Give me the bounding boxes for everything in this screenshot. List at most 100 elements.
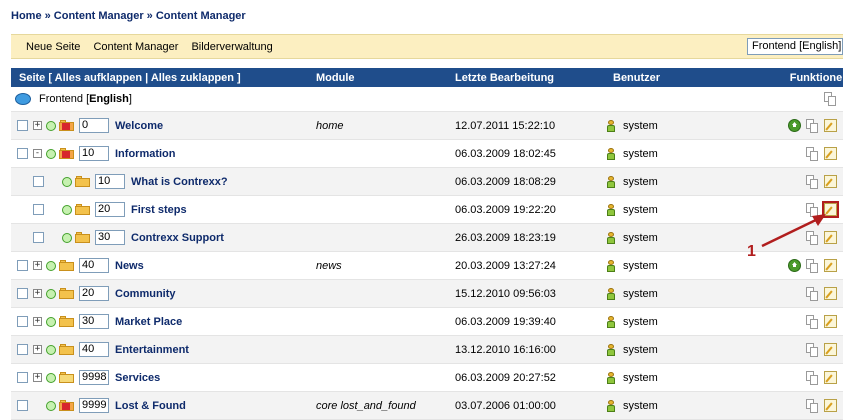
expand-toggle[interactable]: +	[33, 317, 42, 326]
expand-toggle[interactable]: +	[33, 373, 42, 382]
user-icon	[607, 259, 615, 272]
row-checkbox[interactable]	[17, 316, 28, 327]
expand-toggle[interactable]: +	[33, 121, 42, 130]
content-manager-link[interactable]: Content Manager	[93, 41, 178, 53]
last-edit-cell: 06.03.2009 18:02:45	[447, 139, 605, 168]
status-dot-icon[interactable]	[46, 316, 56, 327]
header-letzte-bearbeitung: Letzte Bearbeitung	[447, 68, 605, 87]
order-input[interactable]: 20	[95, 202, 125, 217]
user-name: system	[623, 119, 658, 132]
order-input[interactable]: 20	[79, 286, 109, 301]
expand-toggle[interactable]: +	[33, 261, 42, 270]
new-page-link[interactable]: Neue Seite	[26, 41, 80, 53]
edit-icon[interactable]	[824, 315, 837, 328]
status-dot-icon[interactable]	[46, 260, 56, 271]
page-title-link[interactable]: First steps	[131, 204, 187, 216]
user-icon	[607, 119, 615, 132]
status-dot-icon[interactable]	[62, 232, 72, 243]
edit-icon[interactable]	[824, 119, 837, 132]
edit-icon[interactable]	[824, 175, 837, 188]
row-checkbox[interactable]	[17, 372, 28, 383]
user-cell: system	[605, 280, 738, 307]
order-input[interactable]: 10	[95, 174, 125, 189]
image-manager-link[interactable]: Bilderverwaltung	[191, 41, 272, 53]
row-checkbox[interactable]	[17, 260, 28, 271]
page-title-link[interactable]: Welcome	[115, 120, 163, 132]
status-dot-icon[interactable]	[46, 148, 56, 159]
page-title-link[interactable]: Entertainment	[115, 344, 189, 356]
user-cell: system	[605, 168, 738, 195]
order-input[interactable]: 10	[79, 146, 109, 161]
home-icon[interactable]	[788, 259, 801, 272]
edit-icon[interactable]	[824, 147, 837, 160]
copy-icon[interactable]	[806, 398, 819, 413]
folder-icon	[75, 204, 90, 215]
order-input[interactable]: 40	[79, 342, 109, 357]
row-checkbox[interactable]	[17, 288, 28, 299]
order-input[interactable]: 40	[79, 258, 109, 273]
copy-icon[interactable]	[806, 258, 819, 273]
copy-icon[interactable]	[806, 174, 819, 189]
order-input[interactable]: 30	[79, 314, 109, 329]
page-title-link[interactable]: Market Place	[115, 316, 182, 328]
expand-toggle[interactable]: +	[33, 345, 42, 354]
copy-icon[interactable]	[806, 286, 819, 301]
module-cell	[308, 307, 447, 336]
order-input[interactable]: 9999	[79, 398, 109, 413]
edit-icon[interactable]	[824, 259, 837, 272]
copy-icon[interactable]	[806, 230, 819, 245]
status-dot-icon[interactable]	[46, 288, 56, 299]
edit-icon[interactable]	[824, 371, 837, 384]
folder-icon	[75, 232, 90, 243]
expand-toggle[interactable]: +	[33, 289, 42, 298]
order-input[interactable]: 30	[95, 230, 125, 245]
toolbar: Neue Seite Content Manager Bilderverwalt…	[11, 34, 843, 59]
status-dot-icon[interactable]	[62, 204, 72, 215]
page-title-link[interactable]: Lost & Found	[115, 400, 186, 412]
order-input[interactable]: 0	[79, 118, 109, 133]
status-dot-icon[interactable]	[46, 344, 56, 355]
order-input[interactable]: 9998	[79, 370, 109, 385]
copy-icon[interactable]	[806, 342, 819, 357]
edit-icon[interactable]	[822, 201, 839, 218]
table-row: 20 First steps 06.03.2009 19:22:20 syste…	[11, 195, 843, 224]
copy-icon[interactable]	[806, 202, 819, 217]
row-checkbox[interactable]	[17, 344, 28, 355]
user-name: system	[623, 315, 658, 328]
module-cell	[308, 363, 447, 392]
copy-icon[interactable]	[806, 146, 819, 161]
page-title-link[interactable]: Contrexx Support	[131, 232, 224, 244]
page-title-link[interactable]: What is Contrexx?	[131, 176, 228, 188]
row-checkbox[interactable]	[17, 148, 28, 159]
page-title-link[interactable]: News	[115, 260, 144, 272]
edit-icon[interactable]	[824, 287, 837, 300]
row-checkbox[interactable]	[17, 400, 28, 411]
page-title-link[interactable]: Community	[115, 288, 176, 300]
status-dot-icon[interactable]	[46, 120, 56, 131]
page-title-link[interactable]: Services	[115, 372, 160, 384]
status-dot-icon[interactable]	[62, 176, 72, 187]
header-seite[interactable]: Seite [ Alles aufklappen | Alles zuklapp…	[11, 68, 308, 87]
copy-icon[interactable]	[824, 92, 837, 106]
language-select[interactable]: Frontend [English]	[747, 38, 843, 55]
module-cell	[308, 195, 447, 224]
row-checkbox[interactable]	[17, 120, 28, 131]
user-icon	[607, 203, 615, 216]
row-checkbox[interactable]	[33, 204, 44, 215]
copy-icon[interactable]	[806, 118, 819, 133]
row-checkbox[interactable]	[33, 176, 44, 187]
expand-toggle[interactable]: -	[33, 149, 42, 158]
home-icon[interactable]	[788, 119, 801, 132]
edit-icon[interactable]	[824, 231, 837, 244]
row-checkbox[interactable]	[33, 232, 44, 243]
user-cell: system	[605, 112, 738, 139]
breadcrumb[interactable]: Home » Content Manager » Content Manager	[11, 10, 246, 22]
breadcrumb-text[interactable]: Home » Content Manager » Content Manager	[11, 10, 246, 22]
copy-icon[interactable]	[806, 370, 819, 385]
status-dot-icon[interactable]	[46, 372, 56, 383]
edit-icon[interactable]	[824, 343, 837, 356]
copy-icon[interactable]	[806, 314, 819, 329]
edit-icon[interactable]	[824, 399, 837, 412]
page-title-link[interactable]: Information	[115, 148, 176, 160]
status-dot-icon[interactable]	[46, 400, 56, 411]
